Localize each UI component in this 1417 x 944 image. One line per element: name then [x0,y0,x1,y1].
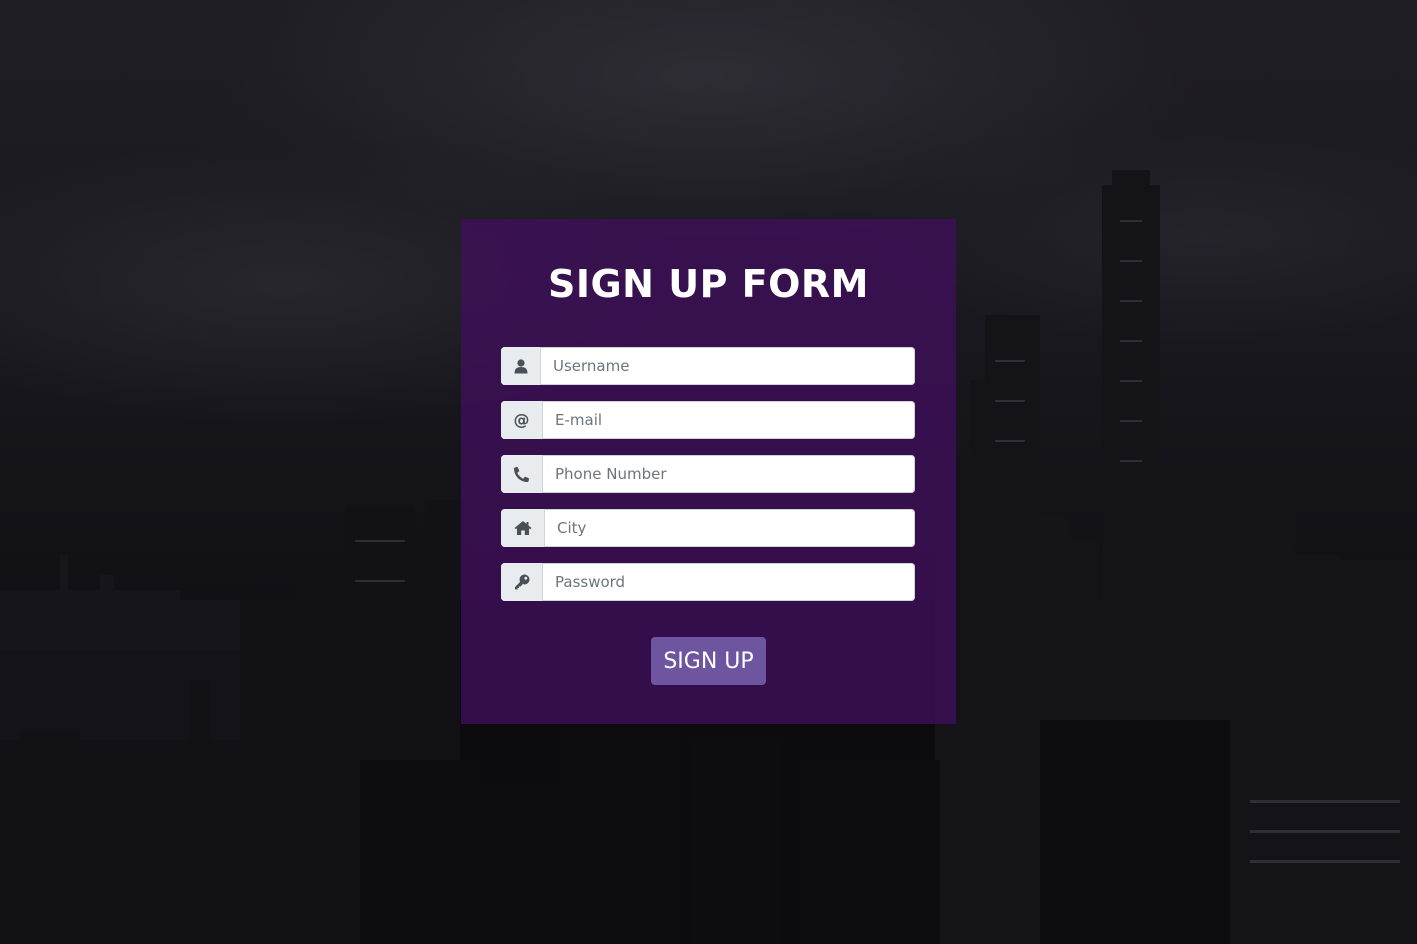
phone-icon [501,455,543,493]
phone-input[interactable] [543,455,915,493]
email-input[interactable] [543,401,915,439]
at-glyph: @ [513,410,530,429]
signup-button[interactable]: SIGN UP [651,637,766,685]
email-field-group: @ [501,401,915,439]
username-input[interactable] [541,347,915,385]
phone-field-group [501,455,915,493]
home-icon [501,509,545,547]
form-title: SIGN UP FORM [547,262,869,306]
password-field-group [501,563,915,601]
password-input[interactable] [543,563,915,601]
key-icon [501,563,543,601]
city-input[interactable] [545,509,915,547]
user-icon [501,347,541,385]
city-field-group [501,509,915,547]
at-icon: @ [501,401,543,439]
username-field-group [501,347,915,385]
